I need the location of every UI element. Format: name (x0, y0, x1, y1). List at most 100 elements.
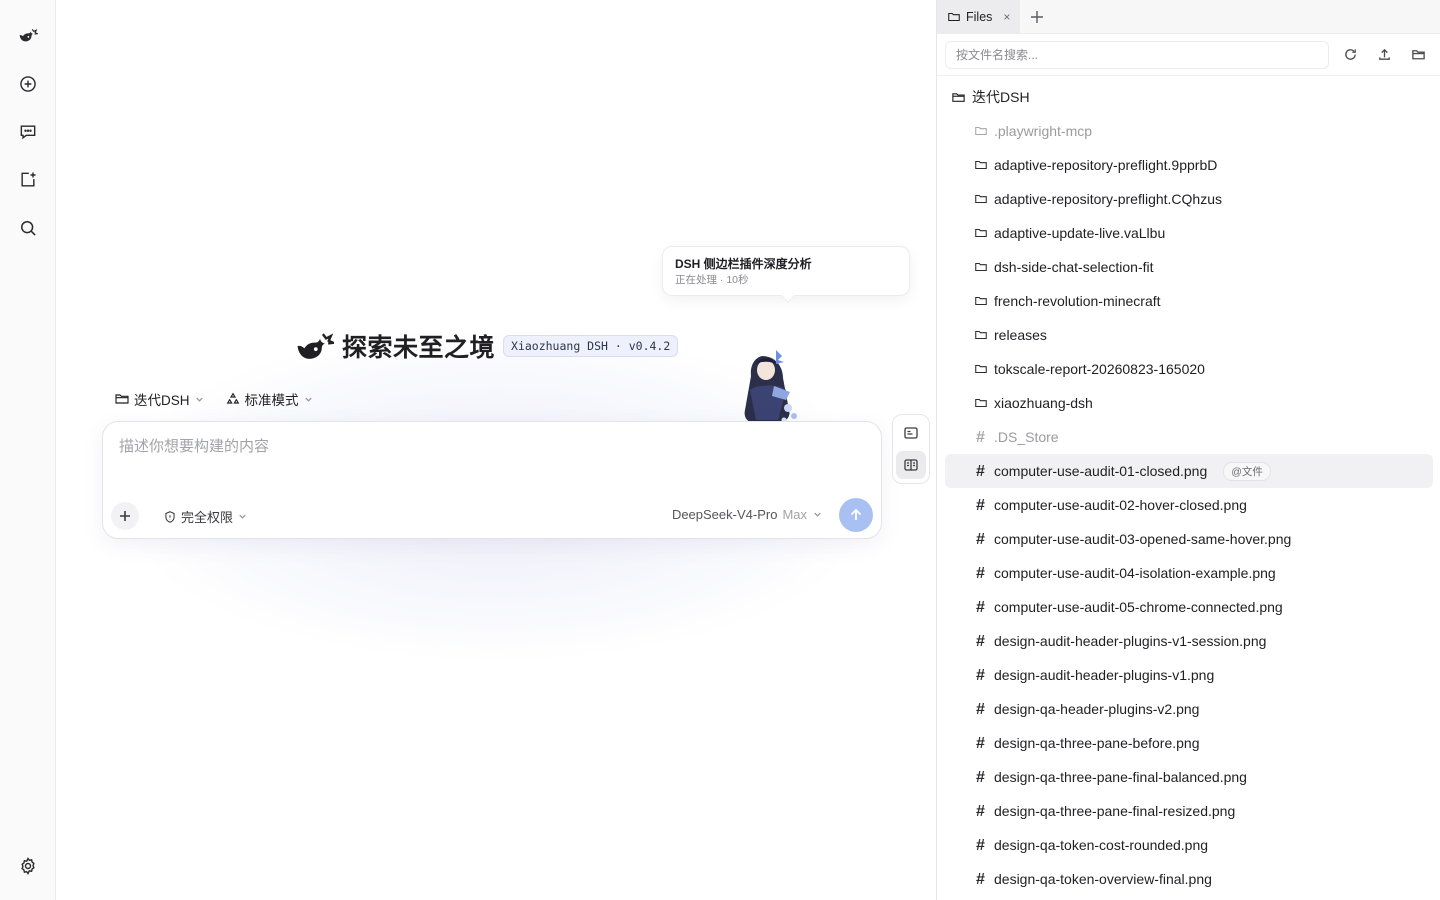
model-tier: Max (782, 507, 807, 522)
toast-tail (780, 288, 796, 304)
file-row[interactable]: # computer-use-audit-01-closed.png @文件 (945, 454, 1433, 488)
workspace-selector[interactable]: 迭代DSH (114, 389, 205, 409)
tree-item-label: adaptive-repository-preflight.CQhzus (994, 191, 1222, 207)
hash-file-icon: # (973, 734, 988, 752)
hash-glyph: # (976, 428, 985, 446)
toggle-preview-panel[interactable] (896, 419, 926, 447)
hash-glyph: # (976, 836, 985, 854)
hash-glyph: # (976, 496, 985, 514)
folder-row[interactable]: dsh-side-chat-selection-fit (945, 250, 1433, 284)
hash-glyph: # (976, 632, 985, 650)
file-row[interactable]: # design-audit-header-plugins-v1-session.… (945, 624, 1433, 658)
tab-files-label: Files (966, 9, 993, 24)
folder-row[interactable]: xiaozhuang-dsh (945, 386, 1433, 420)
hash-glyph: # (976, 462, 985, 480)
folder-icon (973, 328, 988, 343)
new-tab-button[interactable] (1022, 2, 1052, 32)
chevron-down-icon (304, 397, 312, 402)
mode-label: 标准模式 (244, 393, 299, 408)
refresh-icon (1344, 49, 1356, 60)
hash-file-icon: # (973, 871, 988, 887)
folder-row[interactable]: adaptive-update-live.vaLlbu (945, 216, 1433, 250)
preview-panel-icon (904, 427, 918, 439)
tree-item-label: .playwright-mcp (994, 123, 1093, 139)
hash-glyph: # (976, 802, 985, 820)
tree-item-label: releases (994, 327, 1047, 343)
folder-row[interactable]: .playwright-mcp (945, 114, 1433, 148)
settings-gear-icon[interactable] (12, 850, 44, 882)
tree-item-label: tokscale-report-20260823-165020 (994, 361, 1205, 377)
attach-plus-button[interactable] (111, 502, 139, 530)
recycle-icon (226, 392, 239, 404)
file-row[interactable]: # .DS_Store (945, 420, 1433, 454)
permission-selector[interactable]: 完全权限 (163, 507, 248, 526)
chat-bubble-icon[interactable] (12, 116, 44, 148)
tree-item-label: computer-use-audit-03-opened-same-hover.… (994, 531, 1292, 547)
tree-item-label: dsh-side-chat-selection-fit (994, 259, 1154, 275)
folder-icon (973, 294, 988, 309)
files-panel-icon (904, 459, 918, 471)
file-row[interactable]: # design-qa-token-cost-rounded.png (945, 828, 1433, 862)
folder-open-icon (1411, 50, 1425, 60)
model-name: DeepSeek-V4-Pro (671, 507, 778, 522)
hero-header: 探索未至之境 Xiaozhuang DSH · v0.4.2 (296, 328, 679, 364)
folder-row[interactable]: adaptive-repository-preflight.CQhzus (945, 182, 1433, 216)
hash-glyph: # (976, 734, 985, 752)
tree-item-label: design-audit-header-plugins-v1-session.p… (994, 633, 1267, 649)
tree-item-label: design-qa-token-overview-final.png (994, 871, 1212, 887)
tree-item-label: design-qa-three-pane-final-balanced.png (994, 769, 1247, 785)
prompt-input[interactable] (119, 438, 859, 455)
new-chat-plus-icon[interactable] (12, 68, 44, 100)
search-icon[interactable] (12, 212, 44, 244)
file-row[interactable]: # design-qa-three-pane-final-balanced.png (945, 760, 1433, 794)
file-row[interactable]: # computer-use-audit-05-chrome-connected.… (945, 590, 1433, 624)
toggle-files-panel[interactable] (896, 451, 926, 479)
new-project-icon[interactable] (12, 164, 44, 196)
panel-toggles (892, 414, 930, 484)
plus-icon (1031, 10, 1044, 23)
file-search-input[interactable] (945, 40, 1329, 69)
mention-file-badge[interactable]: @文件 (1223, 461, 1271, 481)
chevron-down-icon (814, 512, 821, 517)
file-row[interactable]: # design-audit-header-plugins-v1.png (945, 658, 1433, 692)
main-area: DSH 侧边栏插件深度分析 正在处理 · 10秒 探索未至之境 Xiaozhua… (56, 0, 936, 900)
model-selector[interactable]: DeepSeek-V4-Pro Max (672, 507, 823, 522)
hash-file-icon: # (973, 802, 988, 820)
tab-files[interactable]: Files × (937, 0, 1021, 34)
mode-selector[interactable]: 标准模式 (225, 389, 314, 409)
folder-row[interactable]: tokscale-report-20260823-165020 (945, 352, 1433, 386)
open-folder-button[interactable] (1405, 42, 1431, 68)
folder-row[interactable]: releases (945, 318, 1433, 352)
hash-file-icon: # (973, 428, 988, 446)
folder-row[interactable]: adaptive-repository-preflight.9pprbD (945, 148, 1433, 182)
send-button[interactable] (839, 498, 873, 532)
file-row[interactable]: # design-qa-three-pane-before.png (945, 726, 1433, 760)
whale-logo-icon[interactable] (12, 20, 44, 52)
close-icon[interactable]: × (1003, 10, 1010, 24)
upload-button[interactable] (1371, 42, 1397, 68)
folder-open-icon (952, 92, 965, 102)
file-row[interactable]: # computer-use-audit-04-isolation-example… (945, 556, 1433, 590)
hash-file-icon: # (973, 768, 988, 786)
folder-row[interactable]: french-revolution-minecraft (945, 284, 1433, 318)
tree-root-folder[interactable]: 迭代DSH (937, 80, 1440, 114)
folder-icon (948, 12, 960, 21)
file-row[interactable]: # computer-use-audit-03-opened-same-hover… (945, 522, 1433, 556)
tree-item-label: design-qa-token-cost-rounded.png (994, 837, 1209, 853)
refresh-button[interactable] (1337, 42, 1363, 68)
arrow-up-icon (850, 508, 862, 520)
chevron-down-icon (239, 514, 246, 519)
file-row[interactable]: # design-qa-token-overview-final.png (945, 862, 1433, 896)
hash-glyph: # (976, 564, 985, 582)
hash-glyph: # (976, 768, 985, 786)
file-row[interactable]: # design-qa-three-pane-final-resized.png (945, 794, 1433, 828)
tree-item-label: .DS_Store (994, 429, 1059, 445)
file-row[interactable]: # design-qa-header-plugins-v2.png (945, 692, 1433, 726)
tree-item-label: design-qa-three-pane-final-resized.png (994, 803, 1236, 819)
tree-item-label: computer-use-audit-04-isolation-example.… (994, 565, 1276, 581)
files-tab-bar: Files × (937, 0, 1440, 34)
file-row[interactable]: # computer-use-audit-02-hover-closed.png (945, 488, 1433, 522)
hash-file-icon: # (973, 667, 988, 683)
mascot-character-image (744, 350, 797, 427)
task-status-toast[interactable]: DSH 侧边栏插件深度分析 正在处理 · 10秒 (662, 246, 910, 304)
